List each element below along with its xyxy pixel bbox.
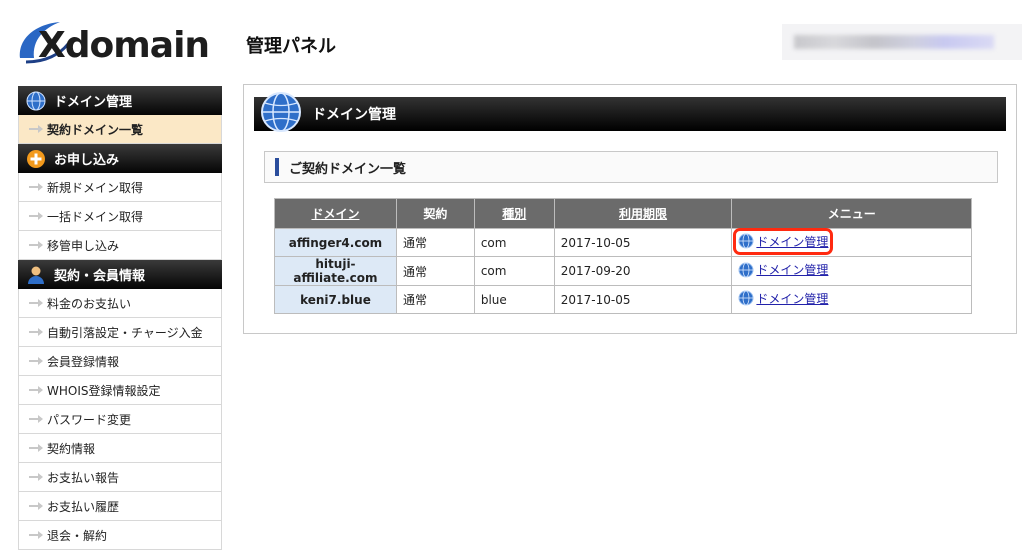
main-title: ドメイン管理 xyxy=(312,107,396,123)
sidebar-item-label: 退会・解約 xyxy=(47,528,108,543)
arrow-right-icon xyxy=(29,444,43,452)
blurred-account-text xyxy=(794,35,994,49)
sidebar-item-label: パスワード変更 xyxy=(47,412,132,427)
column-header-contract: 契約 xyxy=(395,198,475,229)
sidebar-item-label: 一括ドメイン取得 xyxy=(47,209,144,224)
type-cell: blue xyxy=(473,285,555,314)
sidebar-section-contract-member: 契約・会員情報 xyxy=(18,260,222,289)
globe-icon xyxy=(26,91,46,110)
arrow-right-icon xyxy=(29,502,43,510)
sidebar-item-contract-info[interactable]: 契約情報 xyxy=(18,434,222,463)
arrow-right-icon xyxy=(29,299,43,307)
sidebar-item-label: 自動引落設定・チャージ入金 xyxy=(47,325,203,340)
expires-cell: 2017-10-05 xyxy=(553,285,733,314)
expires-cell: 2017-09-20 xyxy=(553,256,733,286)
section-subtitle: ご契約ドメイン一覧 xyxy=(289,161,407,177)
domain-management-link[interactable]: ドメイン管理 xyxy=(738,290,828,307)
arrow-right-icon xyxy=(29,183,43,191)
globe-icon xyxy=(738,290,754,306)
sidebar-item-payment[interactable]: 料金のお支払い xyxy=(18,289,222,318)
domain-cell: hituji-affiliate.com xyxy=(274,256,397,286)
sidebar-section-title: 契約・会員情報 xyxy=(54,269,146,284)
menu-cell: ドメイン管理 xyxy=(731,227,972,257)
account-info-blurred xyxy=(782,24,1022,60)
sidebar-item-label: WHOIS登録情報設定 xyxy=(47,383,161,398)
arrow-right-icon xyxy=(29,125,43,133)
sidebar-item-whois[interactable]: WHOIS登録情報設定 xyxy=(18,376,222,405)
sidebar-section-domain-management: ドメイン管理 xyxy=(18,86,222,115)
logo-text: Xdomain xyxy=(38,25,210,66)
sidebar-item-payment-report[interactable]: お支払い報告 xyxy=(18,463,222,492)
sidebar-section-title: お申し込み xyxy=(54,153,120,168)
user-icon xyxy=(28,266,44,284)
globe-icon xyxy=(261,92,301,132)
sidebar-item-label: 契約ドメイン一覧 xyxy=(47,122,144,137)
arrow-right-icon xyxy=(29,415,43,423)
sidebar-item-label: 移管申し込み xyxy=(47,238,120,253)
sidebar-item-new-domain[interactable]: 新規ドメイン取得 xyxy=(18,173,222,202)
sidebar-item-label: 新規ドメイン取得 xyxy=(47,180,144,195)
sidebar-item-label: 契約情報 xyxy=(47,441,96,456)
domain-cell: affinger4.com xyxy=(274,228,397,257)
type-cell: com xyxy=(473,256,555,286)
sidebar-item-label: お支払い履歴 xyxy=(47,499,120,514)
sidebar-item-auto-debit[interactable]: 自動引落設定・チャージ入金 xyxy=(18,318,222,347)
plus-circle-icon xyxy=(27,149,45,168)
domain-cell: keni7.blue xyxy=(274,285,397,314)
arrow-right-icon xyxy=(29,386,43,394)
menu-link-label: ドメイン管理 xyxy=(756,263,829,278)
sidebar-item-cancel[interactable]: 退会・解約 xyxy=(18,521,222,550)
sidebar-section-application: お申し込み xyxy=(18,144,222,173)
menu-cell: ドメイン管理 xyxy=(731,285,972,314)
xdomain-logo[interactable]: Xdomain xyxy=(16,18,246,68)
sidebar-item-contract-domain-list[interactable]: 契約ドメイン一覧 xyxy=(18,115,222,144)
globe-icon xyxy=(738,262,754,278)
main-header: ドメイン管理 xyxy=(254,92,1006,132)
domain-table: ドメイン 契約 種別 利用期限 メニュー affinger4.com 通常 co… xyxy=(274,198,972,314)
sidebar-item-label: 料金のお支払い xyxy=(47,296,132,311)
sidebar-item-bulk-domain[interactable]: 一括ドメイン取得 xyxy=(18,202,222,231)
panel-title: 管理パネル xyxy=(246,36,336,57)
arrow-right-icon xyxy=(29,531,43,539)
arrow-right-icon xyxy=(29,357,43,365)
table-row: affinger4.com 通常 com 2017-10-05 ドメイン管理 xyxy=(274,227,972,257)
expires-cell: 2017-10-05 xyxy=(553,228,733,257)
column-header-domain[interactable]: ドメイン xyxy=(274,198,397,229)
contract-cell: 通常 xyxy=(395,285,475,314)
sidebar-section-title: ドメイン管理 xyxy=(54,95,133,110)
table-header-row: ドメイン 契約 種別 利用期限 メニュー xyxy=(274,198,972,229)
sidebar-item-password[interactable]: パスワード変更 xyxy=(18,405,222,434)
contract-cell: 通常 xyxy=(395,256,475,286)
type-cell: com xyxy=(473,228,555,257)
sidebar-item-label: お支払い報告 xyxy=(47,470,120,485)
menu-cell: ドメイン管理 xyxy=(731,256,972,286)
section-subheader: ご契約ドメイン一覧 xyxy=(264,151,998,183)
globe-icon xyxy=(738,233,754,249)
menu-link-label: ドメイン管理 xyxy=(756,291,829,306)
sidebar-item-transfer[interactable]: 移管申し込み xyxy=(18,231,222,260)
domain-management-link[interactable]: ドメイン管理 xyxy=(738,261,828,278)
main-panel: ドメイン管理 ご契約ドメイン一覧 ドメイン 契約 種別 利用期限 メニュー af… xyxy=(243,84,1017,334)
table-row: hituji-affiliate.com 通常 com 2017-09-20 ド… xyxy=(274,256,972,286)
column-header-expires[interactable]: 利用期限 xyxy=(553,198,733,229)
menu-link-label: ドメイン管理 xyxy=(756,234,829,249)
subheader-accent-bar xyxy=(275,158,279,176)
sidebar-item-member-info[interactable]: 会員登録情報 xyxy=(18,347,222,376)
column-header-type[interactable]: 種別 xyxy=(473,198,555,229)
arrow-right-icon xyxy=(29,241,43,249)
arrow-right-icon xyxy=(29,328,43,336)
sidebar: ドメイン管理 契約ドメイン一覧 お申し込み 新規ドメイン取得 一括ドメイン取得 … xyxy=(18,86,222,550)
contract-cell: 通常 xyxy=(395,228,475,257)
sidebar-item-label: 会員登録情報 xyxy=(47,354,120,369)
sidebar-item-payment-history[interactable]: お支払い履歴 xyxy=(18,492,222,521)
arrow-right-icon xyxy=(29,473,43,481)
table-row: keni7.blue 通常 blue 2017-10-05 ドメイン管理 xyxy=(274,285,972,314)
domain-management-link[interactable]: ドメイン管理 xyxy=(733,227,834,255)
arrow-right-icon xyxy=(29,212,43,220)
column-header-menu: メニュー xyxy=(731,198,972,229)
